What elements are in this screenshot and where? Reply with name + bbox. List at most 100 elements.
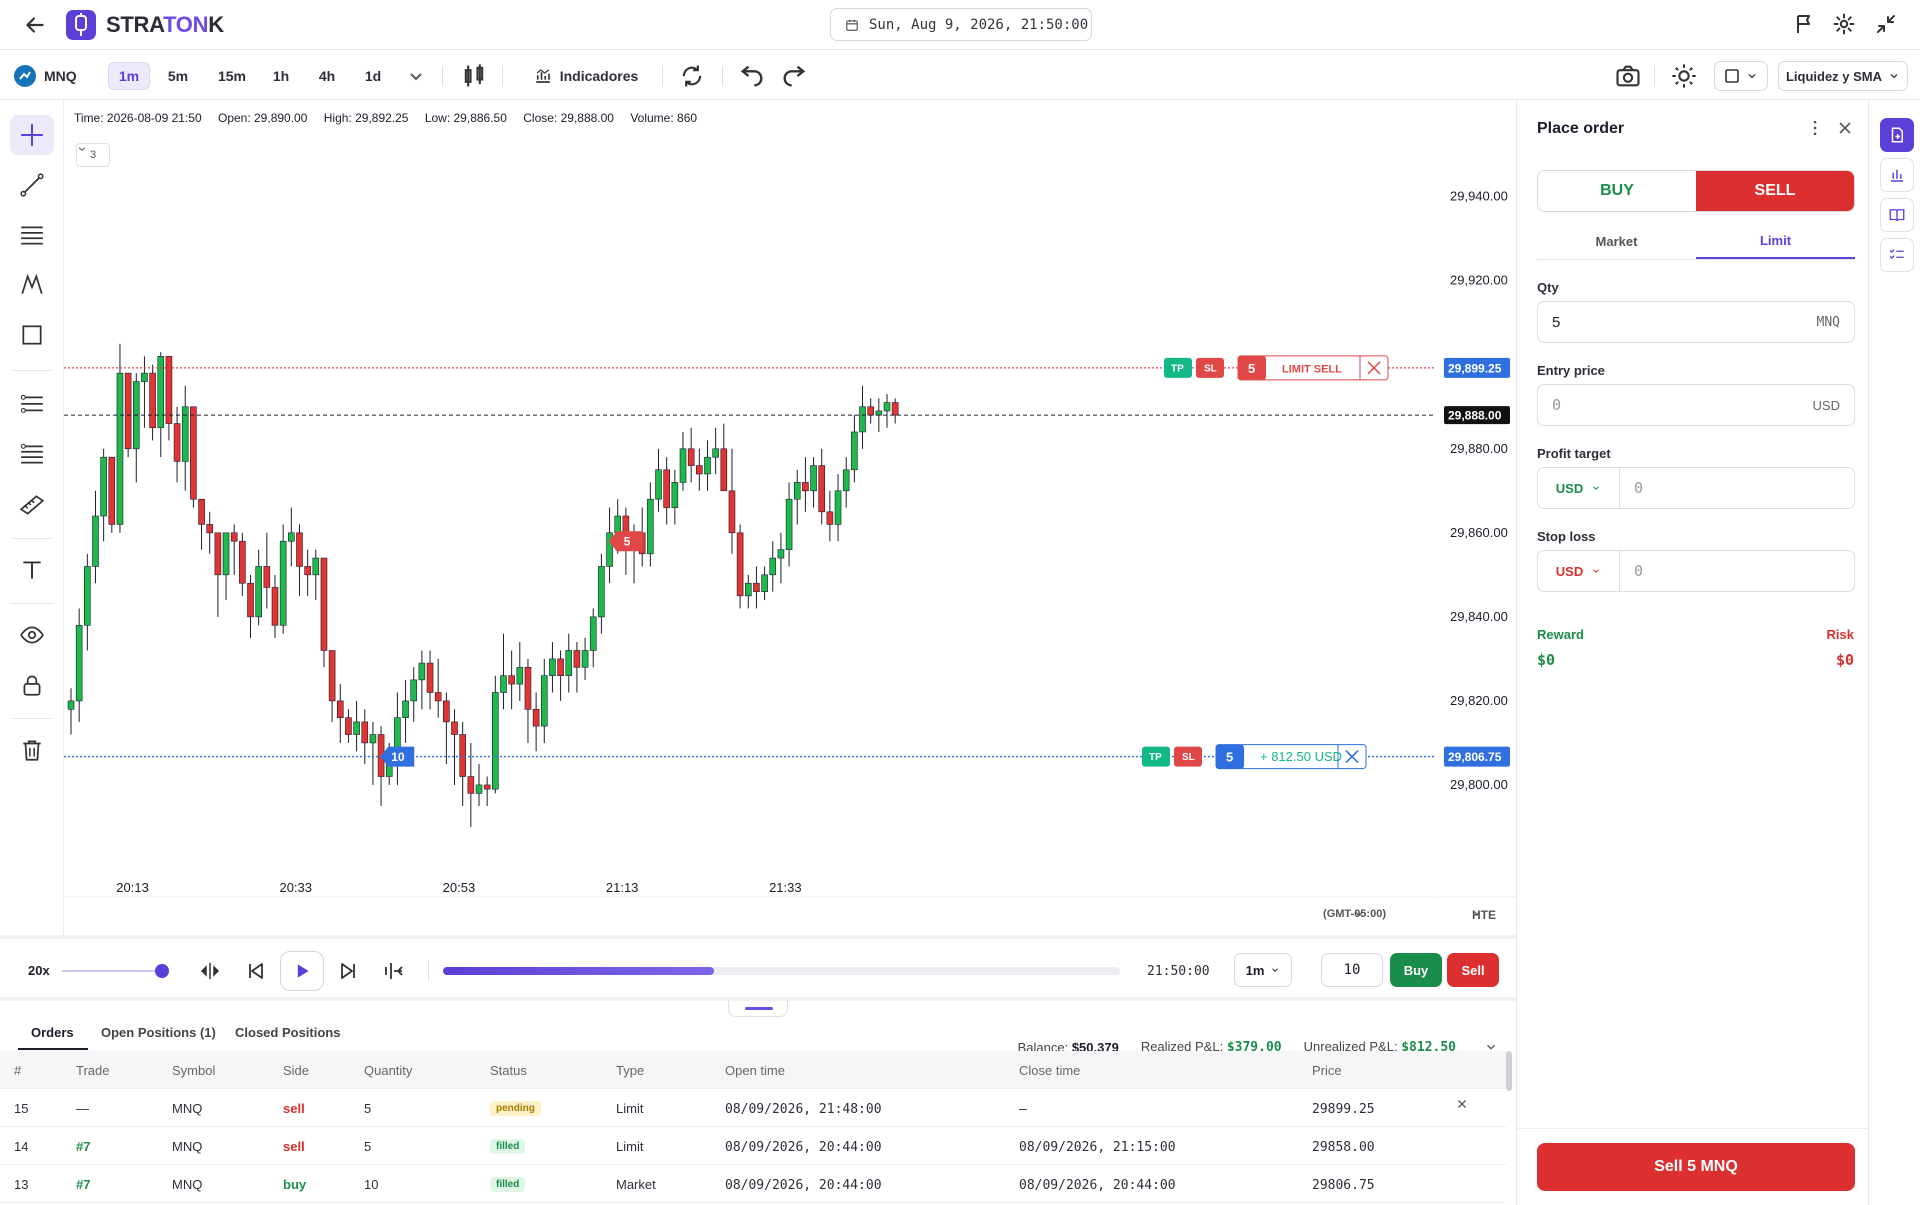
candle-body[interactable]	[769, 557, 777, 576]
rail-checklist-button[interactable]	[1880, 238, 1914, 272]
qty-input[interactable]: 5 MNQ	[1537, 301, 1855, 343]
candle-body[interactable]	[410, 679, 418, 702]
candle-body[interactable]	[369, 734, 377, 744]
lock-tool[interactable]	[10, 665, 54, 705]
collapse-icon[interactable]	[1874, 12, 1898, 36]
candle-body[interactable]	[826, 511, 834, 525]
timeframe-1h[interactable]: 1h	[264, 62, 298, 90]
candle-body[interactable]	[851, 431, 858, 471]
candle-body[interactable]	[426, 662, 434, 693]
candle-body[interactable]	[165, 356, 173, 424]
candle-body[interactable]	[190, 406, 197, 500]
candle-body[interactable]	[451, 721, 458, 735]
tab-limit[interactable]: Limit	[1696, 224, 1855, 259]
candle-body[interactable]	[540, 675, 548, 727]
table-row[interactable]: 15 — MNQ sell 5 pending Limit 08/09/2026, 21:48…	[0, 1089, 1506, 1127]
gear-icon[interactable]	[1832, 12, 1856, 36]
replay-speed[interactable]: 20x	[28, 963, 50, 978]
tab-orders[interactable]: Orders	[31, 1025, 74, 1040]
table-scrollbar[interactable]	[1506, 1051, 1512, 1091]
candle-body[interactable]	[842, 469, 850, 492]
candle-body[interactable]	[418, 662, 426, 681]
gann-tool[interactable]	[10, 435, 54, 475]
speed-slider-knob[interactable]	[155, 964, 169, 978]
candle-body[interactable]	[500, 675, 507, 693]
candle-body[interactable]	[361, 721, 369, 744]
candle-body[interactable]	[124, 372, 132, 450]
quick-sell-button[interactable]: Sell	[1447, 953, 1499, 987]
candle-body[interactable]	[271, 587, 279, 626]
redo-icon[interactable]	[780, 62, 808, 90]
candle-body[interactable]	[679, 448, 687, 483]
rail-journal-button[interactable]	[1880, 198, 1914, 232]
candle-body[interactable]	[206, 524, 214, 534]
candle-body[interactable]	[336, 700, 344, 719]
candle-body[interactable]	[304, 566, 311, 576]
timeframe-1d[interactable]: 1d	[356, 62, 390, 90]
step-back-icon[interactable]	[198, 959, 222, 983]
candle-body[interactable]	[214, 532, 222, 576]
candle-body[interactable]	[598, 566, 605, 618]
candle-body[interactable]	[222, 532, 230, 576]
candle-body[interactable]	[84, 566, 91, 626]
indicator-toggle[interactable]: 3	[76, 143, 110, 167]
profit-target-input[interactable]: USD 0	[1537, 467, 1855, 509]
candle-body[interactable]	[793, 482, 801, 500]
rail-stats-button[interactable]	[1880, 158, 1914, 192]
candle-body[interactable]	[279, 540, 287, 626]
candle-body[interactable]	[67, 700, 75, 710]
candle-body[interactable]	[696, 465, 703, 475]
pattern-tool[interactable]	[10, 265, 54, 305]
candle-body[interactable]	[859, 406, 866, 433]
timeframe-4h[interactable]: 4h	[310, 62, 344, 90]
candle-body[interactable]	[565, 650, 573, 676]
speed-slider[interactable]	[62, 970, 162, 972]
candle-body[interactable]	[492, 692, 499, 790]
candle-body[interactable]	[157, 356, 165, 429]
candle-body[interactable]	[891, 402, 899, 416]
candle-body[interactable]	[328, 650, 336, 702]
candle-body[interactable]	[867, 406, 874, 416]
sell-side-button[interactable]: SELL	[1696, 171, 1854, 211]
candle-body[interactable]	[247, 582, 254, 618]
play-button[interactable]	[280, 951, 324, 991]
candle-body[interactable]	[263, 566, 271, 588]
stop-loss-input[interactable]: USD 0	[1537, 550, 1855, 592]
step-forward-icon[interactable]	[382, 959, 406, 983]
candle-body[interactable]	[589, 616, 597, 651]
skip-back-icon[interactable]	[244, 959, 268, 983]
candle-body[interactable]	[581, 650, 589, 668]
candle-body[interactable]	[785, 498, 793, 550]
more-options-icon[interactable]	[1805, 118, 1825, 138]
candle-body[interactable]	[671, 482, 679, 508]
timeframe-1m[interactable]: 1m	[108, 62, 150, 90]
entry-price-input[interactable]: 0 USD	[1537, 384, 1855, 426]
candle-body[interactable]	[663, 469, 670, 508]
candle-body[interactable]	[728, 490, 736, 534]
candle-body[interactable]	[687, 448, 695, 466]
candle-body[interactable]	[345, 717, 352, 735]
replay-timeframe-select[interactable]: 1m	[1234, 953, 1292, 987]
candle-body[interactable]	[475, 784, 483, 794]
candle-body[interactable]	[777, 549, 785, 559]
candle-body[interactable]	[483, 784, 491, 790]
visibility-tool[interactable]	[10, 615, 54, 655]
timeframe-15m[interactable]: 15m	[210, 62, 254, 90]
candle-body[interactable]	[255, 566, 262, 618]
table-row[interactable]: 14 #7 MNQ sell 5 filled Limit 08/09/2026, 20:44…	[0, 1127, 1506, 1165]
trendline-tool[interactable]	[10, 165, 54, 205]
candle-body[interactable]	[818, 465, 826, 513]
tab-open-positions[interactable]: Open Positions (1)	[101, 1025, 216, 1040]
candle-body[interactable]	[647, 498, 654, 555]
flag-icon[interactable]	[1792, 12, 1816, 36]
sun-icon[interactable]	[1670, 62, 1698, 90]
quick-buy-button[interactable]: Buy	[1390, 953, 1442, 987]
fib-tool[interactable]	[10, 385, 54, 425]
candle-body[interactable]	[744, 582, 752, 597]
candle-body[interactable]	[108, 456, 116, 525]
candle-body[interactable]	[353, 721, 360, 735]
cell-trade[interactable]: #7	[76, 1139, 90, 1154]
template-selector[interactable]: Liquidez y SMA	[1778, 61, 1908, 91]
candle-body[interactable]	[557, 658, 564, 676]
layout-toggle[interactable]	[1714, 61, 1768, 91]
